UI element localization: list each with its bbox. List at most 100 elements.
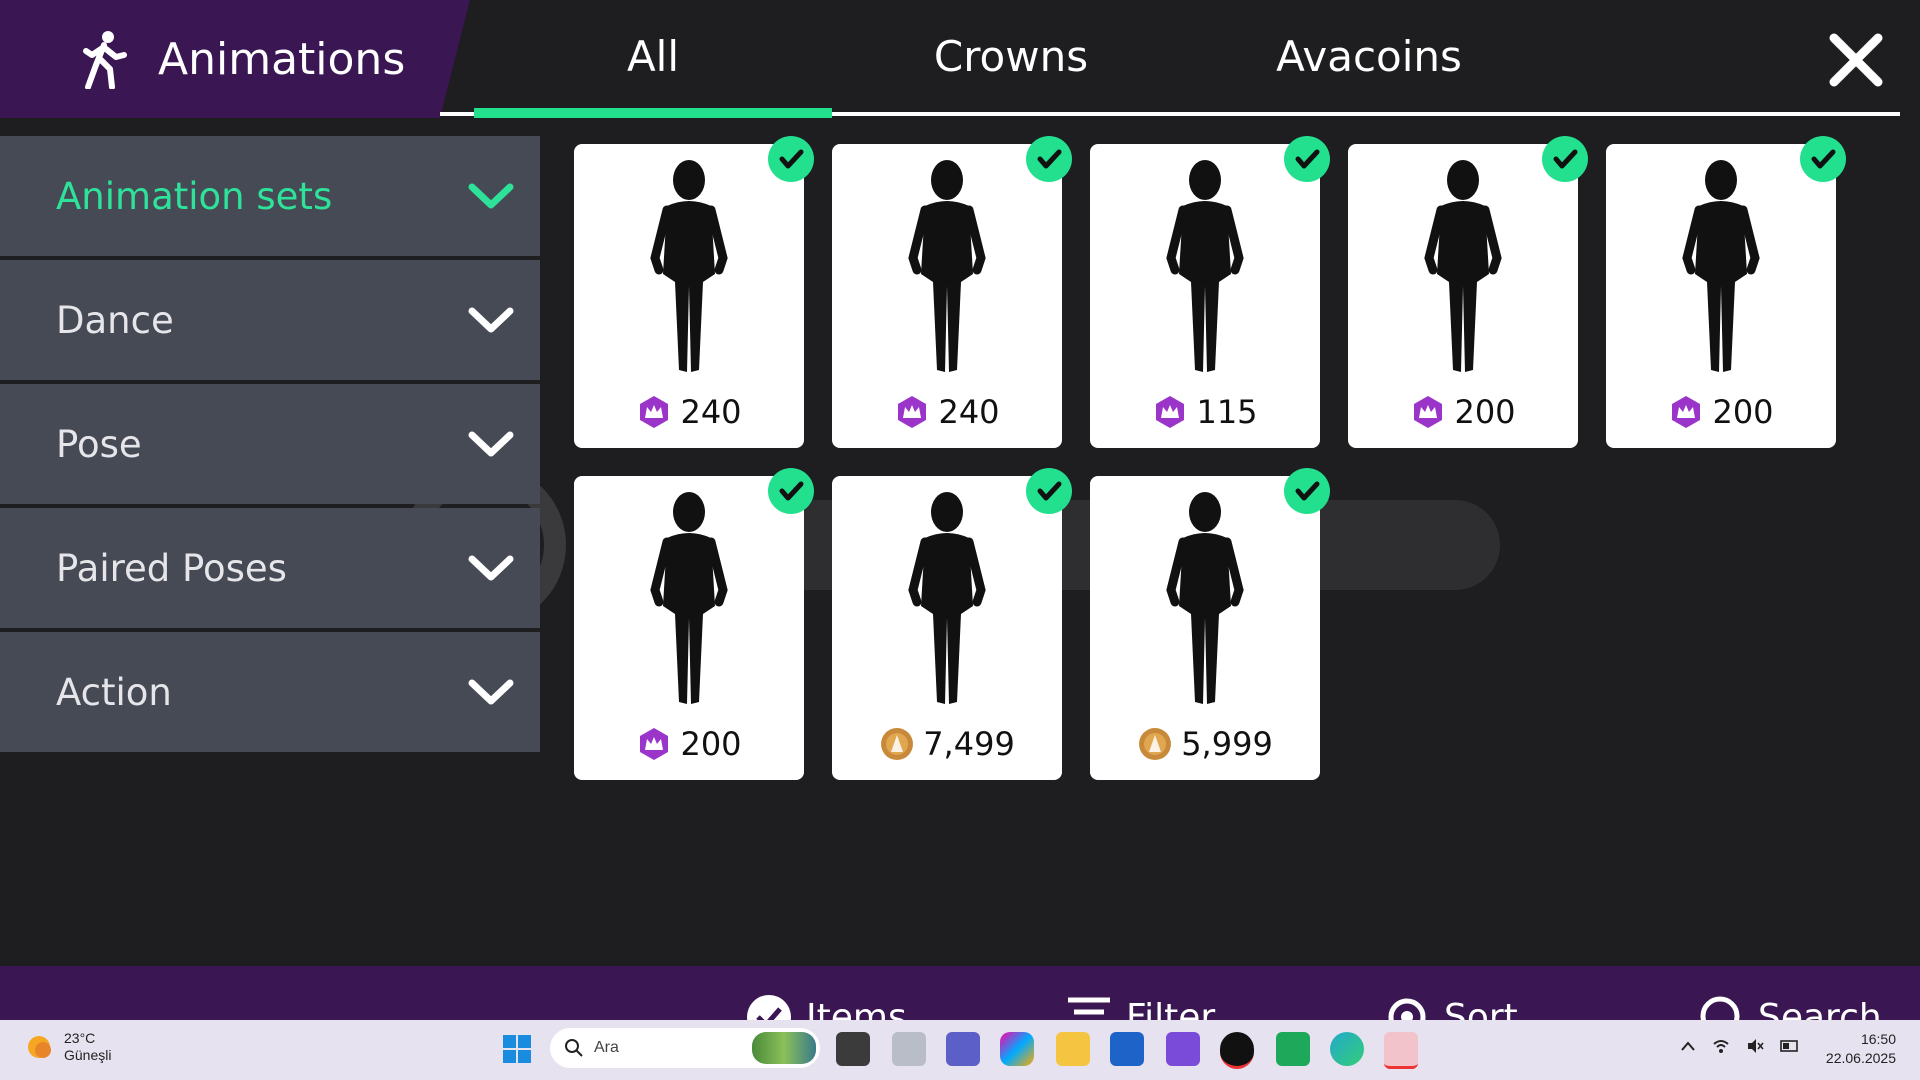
teams-icon[interactable] [946,1032,980,1066]
animation-item-card[interactable]: 240 [574,136,814,448]
avatar-silhouette [650,492,728,704]
animation-item-card[interactable]: 200 [1606,136,1846,448]
owned-check-icon [1800,136,1846,182]
check-circle-icon [747,995,791,1020]
active-app-icon[interactable] [1384,1032,1418,1069]
avatar-silhouette [1166,492,1244,704]
owned-check-icon [1284,136,1330,182]
page-title: Animations [158,33,406,85]
sort-label: Sort [1444,996,1518,1021]
search-highlight-image [752,1032,816,1064]
sidebar-item-action[interactable]: Action [0,632,540,752]
search-placeholder: Ara [594,1039,619,1056]
tiktok-icon[interactable] [1220,1032,1254,1069]
muted-speaker-icon[interactable] [1746,1038,1764,1054]
sidebar-item-label: Dance [56,298,174,342]
sidebar-item-animation-sets[interactable]: Animation sets [0,136,540,256]
weather-temperature: 23°C [64,1030,96,1046]
items-label: Items [806,996,907,1021]
avacoin-currency-icon [1139,728,1172,760]
crown-currency-icon [1156,396,1185,428]
crown-currency-icon [1672,396,1701,428]
price-value: 200 [680,725,742,763]
category-sidebar: Animation sets Dance Pose Paired Poses A… [0,136,540,756]
task-view-icon[interactable] [836,1032,870,1066]
windows-start-icon[interactable] [502,1034,532,1064]
filter-label: Filter [1126,996,1216,1021]
animations-header: Animations [0,0,470,118]
animation-item-card[interactable]: 5,999 [1090,468,1330,780]
taskbar-search[interactable]: Ara [550,1028,820,1068]
price-value: 7,499 [923,725,1015,763]
chevron-up-icon[interactable] [1680,1040,1696,1052]
owned-check-icon [1026,468,1072,514]
avatar-silhouette [1424,160,1502,372]
chevron-down-icon [468,679,514,705]
file-explorer-icon[interactable] [1056,1032,1090,1066]
price-value: 200 [1712,393,1774,431]
price-value: 240 [680,393,742,431]
price-value: 200 [1454,393,1516,431]
avatar-silhouette [650,160,728,372]
price-value: 115 [1196,393,1258,431]
crown-currency-icon [898,396,927,428]
search-label: Search [1758,996,1882,1021]
sun-icon [28,1036,51,1058]
item-price: 115 [1090,390,1320,434]
system-clock[interactable]: 16:50 22.06.2025 [1826,1030,1896,1068]
search-button[interactable]: Search [1698,994,1882,1020]
clock-date: 22.06.2025 [1825,1050,1896,1066]
crown-currency-icon [640,396,669,428]
item-price: 240 [574,390,804,434]
animation-item-card[interactable]: 240 [832,136,1072,448]
tab-bar: All Crowns Avacoins [440,0,1900,118]
sidebar-item-dance[interactable]: Dance [0,260,540,380]
clock-time: 16:50 [1860,1031,1896,1047]
avatar-silhouette [1682,160,1760,372]
sidebar-item-label: Paired Poses [56,546,287,590]
price-value: 5,999 [1181,725,1273,763]
filter-button[interactable]: Filter [1066,994,1215,1020]
avatar-silhouette [908,492,986,704]
copilot-icon[interactable] [1000,1032,1034,1066]
edge-browser-icon[interactable] [1330,1032,1364,1066]
play-games-icon[interactable] [1276,1032,1310,1066]
weather-widget[interactable]: 23°C Güneşli [24,1030,111,1064]
crown-currency-icon [640,728,669,760]
owned-check-icon [1284,468,1330,514]
item-price: 240 [832,390,1062,434]
animation-item-card[interactable]: 7,499 [832,468,1072,780]
item-price: 200 [574,722,804,766]
item-price: 5,999 [1090,722,1320,766]
animation-item-card[interactable]: 200 [1348,136,1588,448]
animation-item-card[interactable]: 115 [1090,136,1330,448]
search-icon [565,1039,583,1057]
tab-avacoins[interactable]: Avacoins [1190,0,1548,112]
avatar-silhouette [1166,160,1244,372]
sidebar-item-label: Pose [56,422,142,466]
sidebar-item-paired-poses[interactable]: Paired Poses [0,508,540,628]
tab-crowns[interactable]: Crowns [832,0,1190,112]
windows-taskbar: 23°C Güneşli Ara 16:50 22.06.2025 [0,1020,1920,1080]
app-icon[interactable] [1166,1032,1200,1066]
sort-button[interactable]: Sort [1384,994,1518,1020]
system-tray [1680,1038,1800,1054]
weather-description: Güneşli [64,1047,112,1063]
filter-icon [1068,997,1110,1015]
microsoft-store-icon[interactable] [1110,1032,1144,1066]
item-price: 200 [1348,390,1578,434]
tab-all[interactable]: All [474,0,832,112]
owned-check-icon [1026,136,1072,182]
search-icon [1700,996,1740,1020]
close-icon[interactable] [1826,30,1886,90]
chevron-down-icon [468,183,514,209]
items-button[interactable]: Items [746,994,907,1020]
battery-icon[interactable] [1780,1040,1800,1052]
crown-currency-icon [1414,396,1443,428]
file-app-icon[interactable] [892,1032,926,1066]
wifi-icon[interactable] [1712,1038,1730,1054]
sidebar-item-pose[interactable]: Pose [0,384,540,504]
animation-item-card[interactable]: 200 [574,468,814,780]
owned-check-icon [768,468,814,514]
owned-check-icon [768,136,814,182]
